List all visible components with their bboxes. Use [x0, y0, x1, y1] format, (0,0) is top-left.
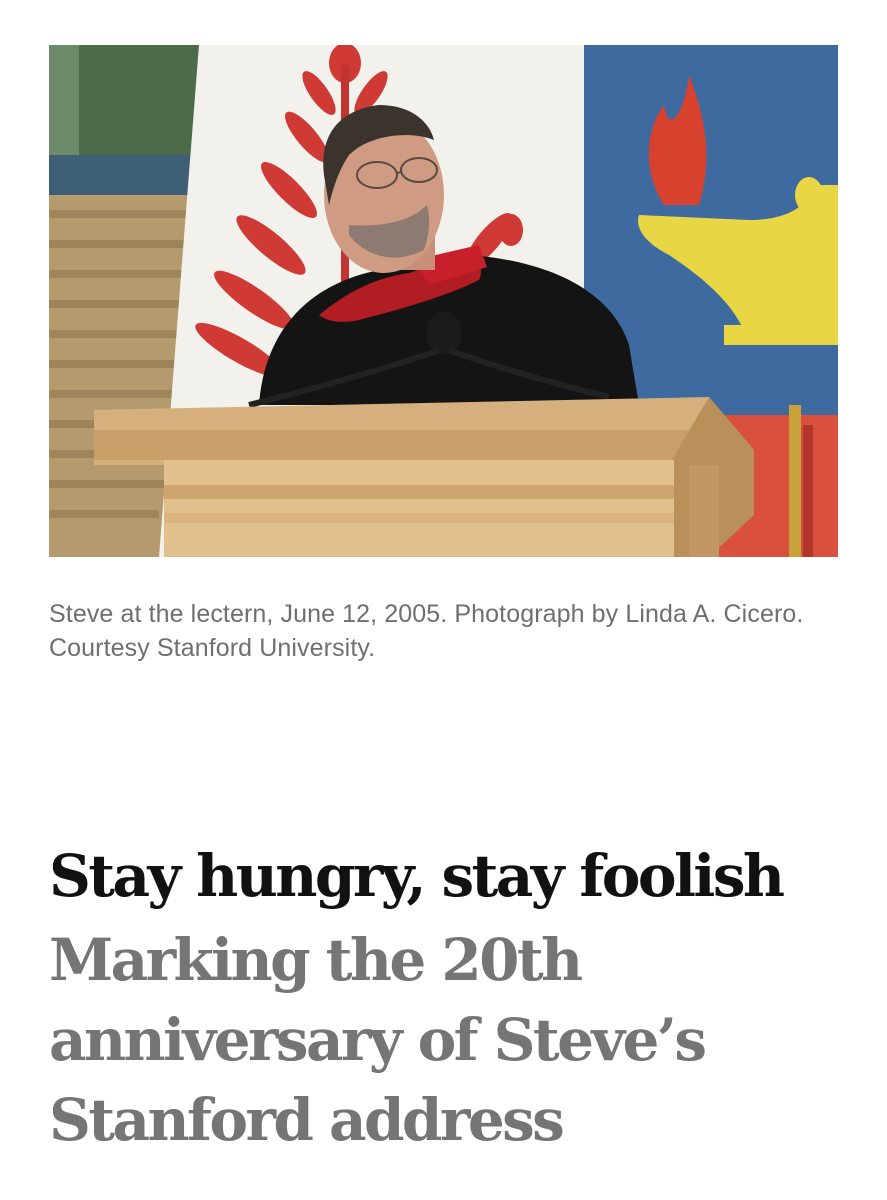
photo-caption: Steve at the lectern, June 12, 2005. Pho…	[49, 600, 804, 662]
photo-illustration	[49, 45, 838, 557]
article-subtitle: Marking the 20th anniversary of Steve’s …	[49, 926, 707, 1154]
hero-photo	[49, 45, 838, 557]
article: Steve at the lectern, June 12, 2005. Pho…	[0, 0, 887, 1200]
article-title: Stay hungry, stay foolish	[49, 842, 785, 910]
